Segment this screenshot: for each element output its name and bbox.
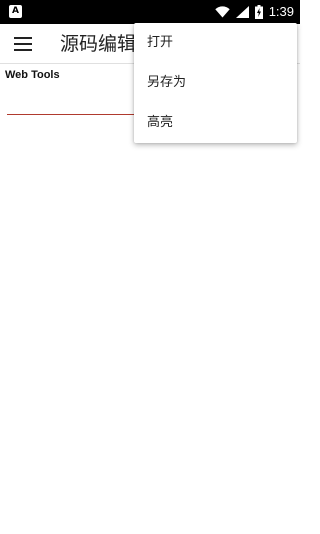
menu-item-save-as[interactable]: 另存为 [134, 63, 297, 103]
signal-icon [235, 6, 249, 18]
menu-item-highlight[interactable]: 高亮 [134, 103, 297, 143]
overflow-menu: 打开 另存为 高亮 [134, 23, 297, 143]
battery-charging-icon [254, 5, 263, 19]
status-icons: 1:39 [209, 0, 294, 24]
wifi-icon [214, 6, 230, 18]
status-bar: A 1:39 [0, 0, 300, 24]
page-label: Web Tools [5, 69, 60, 81]
notification-a-icon: A [9, 5, 22, 18]
status-time: 1:39 [268, 4, 294, 19]
menu-item-open[interactable]: 打开 [134, 23, 297, 63]
notification-a-label: A [12, 6, 19, 16]
hamburger-menu-icon[interactable] [14, 37, 32, 51]
editor-input-underline[interactable] [7, 114, 147, 115]
